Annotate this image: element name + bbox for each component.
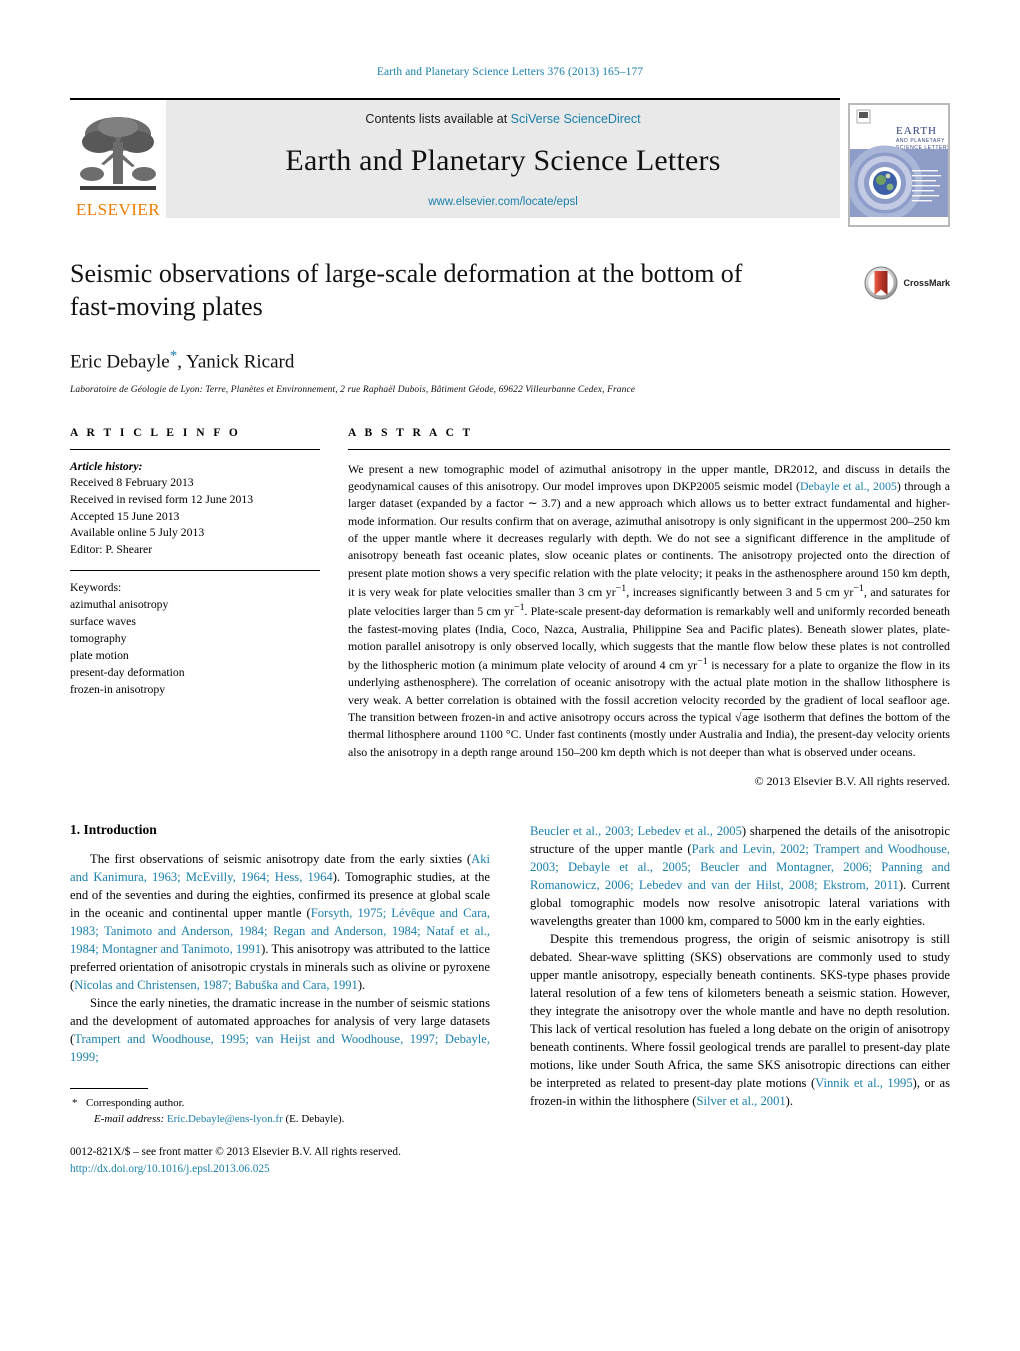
history-item: Accepted 15 June 2013: [70, 509, 180, 523]
keyword-item: azimuthal anisotropy: [70, 598, 169, 612]
corresponding-author-note: * Corresponding author.: [70, 1096, 490, 1112]
asterisk-icon: *: [72, 1097, 78, 1110]
article-info-heading: A R T I C L E I N F O: [70, 426, 241, 439]
intro-paragraph-1: The first observations of seismic anisot…: [70, 850, 490, 994]
page-title: Seismic observations of large-scale defo…: [70, 259, 743, 321]
keyword-item: surface waves: [70, 615, 136, 629]
crossmark-icon: [864, 266, 898, 300]
article-history-block: Article history: Received 8 February 201…: [70, 459, 320, 559]
para-seg: ).: [785, 1094, 794, 1109]
abstract-heading: A B S T R A C T: [348, 426, 474, 439]
email-link[interactable]: Eric.Debayle@ens-lyon.fr: [167, 1113, 283, 1125]
keyword-item: tomography: [70, 632, 127, 646]
abstract-copyright: © 2013 Elsevier B.V. All rights reserved…: [754, 774, 950, 789]
info-and-abstract: A R T I C L E I N F O Article history: R…: [70, 427, 950, 789]
email-note: E-mail address: Eric.Debayle@ens-lyon.fr…: [70, 1112, 490, 1128]
crossmark-badge[interactable]: CrossMark: [864, 266, 950, 300]
title-block: Seismic observations of large-scale defo…: [70, 258, 950, 395]
article-page: Earth and Planetary Science Letters 376 …: [0, 0, 1020, 1351]
para-seg: The first observations of seismic anisot…: [90, 852, 472, 867]
journal-title: Earth and Planetary Science Letters: [285, 144, 721, 177]
abstract-sup: −1: [853, 583, 864, 595]
citation[interactable]: Vinnik et al., 1995: [815, 1076, 912, 1090]
email-suffix: (E. Debayle).: [282, 1112, 345, 1125]
history-item: Editor: P. Shearer: [70, 542, 153, 556]
journal-cover-image: EARTH AND PLANETARY SCIENCE LETTERS: [849, 104, 949, 226]
journal-cover-thumbnail: EARTH AND PLANETARY SCIENCE LETTERS: [848, 103, 950, 227]
corresponding-author-text: Corresponding author.: [86, 1097, 185, 1110]
affiliation: Laboratoire de Géologie de Lyon: Terre, …: [70, 384, 636, 395]
elsevier-wordmark: ELSEVIER: [75, 200, 161, 219]
svg-text:SCIENCE LETTERS: SCIENCE LETTERS: [896, 145, 949, 151]
elsevier-logo: ELSEVIER: [70, 100, 166, 218]
history-item: Received 8 February 2013: [70, 476, 194, 490]
history-item: Available online 5 July 2013: [70, 526, 205, 540]
keyword-item: present-day deformation: [70, 666, 185, 680]
imprint-block: 0012-821X/$ – see front matter © 2013 El…: [70, 1144, 490, 1178]
sqrt-age-symbol: √age: [734, 709, 761, 725]
body-columns: 1. Introduction The first observations o…: [70, 822, 950, 1178]
abstract-text: We present a new tomographic model of az…: [348, 461, 950, 761]
intro-paragraph-4: Despite this tremendous progress, the or…: [530, 930, 950, 1110]
intro-paragraph-2: Since the early nineties, the dramatic i…: [70, 994, 490, 1066]
abstract-citation[interactable]: Debayle et al., 2005: [800, 479, 897, 493]
keywords-label: Keywords:: [70, 581, 122, 595]
author-list: Eric Debayle*, Yanick Ricard: [70, 348, 950, 373]
crossmark-label: CrossMark: [903, 278, 950, 288]
journal-masthead: ELSEVIER Contents lists available at Sci…: [70, 98, 950, 227]
svg-text:EARTH: EARTH: [896, 125, 937, 137]
article-history-label: Article history:: [70, 459, 143, 473]
intro-paragraph-3: Beucler et al., 2003; Lebedev et al., 20…: [530, 822, 950, 930]
abstract-rule: [348, 448, 950, 450]
imprint-line: 0012-821X/$ – see front matter © 2013 El…: [70, 1145, 401, 1158]
abstract-seg: , increases significantly between 3 and …: [626, 584, 854, 599]
footnote-block: * Corresponding author. E-mail address: …: [70, 1088, 490, 1178]
abstract-sup: −1: [513, 602, 525, 614]
journal-homepage-link[interactable]: www.elsevier.com/locate/epsl: [428, 196, 578, 208]
sciencedirect-link[interactable]: SciVerse ScienceDirect: [511, 112, 641, 126]
keywords-rule: [70, 570, 320, 572]
keywords-block: Keywords: azimuthal anisotropy surface w…: [70, 580, 320, 699]
journal-band: Contents lists available at SciVerse Sci…: [166, 100, 840, 218]
masthead-row: ELSEVIER Contents lists available at Sci…: [70, 100, 840, 218]
citation[interactable]: Silver et al., 2001: [696, 1094, 785, 1108]
contents-available-line: Contents lists available at SciVerse Sci…: [365, 112, 640, 126]
abstract-column: A B S T R A C T We present a new tomogra…: [348, 427, 950, 789]
keyword-item: plate motion: [70, 649, 129, 663]
abstract-sup: −1: [615, 583, 627, 595]
body-column-right: Beucler et al., 2003; Lebedev et al., 20…: [530, 822, 950, 1178]
article-info-rule: [70, 448, 320, 450]
para-seg: Despite this tremendous progress, the or…: [530, 932, 950, 1091]
running-head: Earth and Planetary Science Letters 376 …: [376, 66, 644, 78]
footnote-rule: [70, 1088, 148, 1090]
email-label: E-mail address:: [94, 1112, 165, 1125]
author-1: Eric Debayle: [70, 350, 170, 372]
abstract-seg: ) through a larger dataset (expanded by …: [348, 479, 950, 599]
sqrt-radicand: age: [741, 709, 761, 725]
body-column-left: 1. Introduction The first observations o…: [70, 822, 490, 1178]
article-info-column: A R T I C L E I N F O Article history: R…: [70, 427, 320, 789]
history-item: Received in revised form 12 June 2013: [70, 493, 254, 507]
svg-text:AND PLANETARY: AND PLANETARY: [896, 138, 945, 144]
citation[interactable]: Nicolas and Christensen, 1987; Babuška a…: [74, 978, 358, 992]
contents-prefix: Contents lists available at: [365, 112, 511, 126]
citation[interactable]: Trampert and Woodhouse, 1995; van Heijst…: [70, 1032, 490, 1064]
para-seg: ).: [357, 978, 366, 993]
citation[interactable]: Beucler et al., 2003; Lebedev et al., 20…: [530, 824, 742, 838]
abstract-sup: −1: [697, 656, 708, 668]
author-2: , Yanick Ricard: [177, 350, 295, 372]
elsevier-tree-icon: [80, 117, 156, 190]
section-heading-introduction: 1. Introduction: [70, 822, 157, 838]
doi-link[interactable]: http://dx.doi.org/10.1016/j.epsl.2013.06…: [70, 1161, 490, 1178]
keyword-item: frozen-in anisotropy: [70, 683, 166, 697]
